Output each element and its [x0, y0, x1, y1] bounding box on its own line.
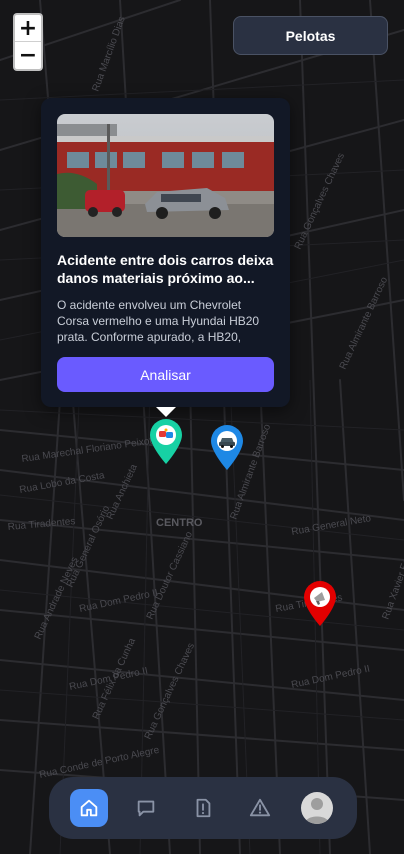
zoom-out-button[interactable]: −	[15, 42, 41, 69]
news-popup: Acidente entre dois carros deixa danos m…	[41, 98, 290, 407]
bottom-navigation	[49, 777, 357, 839]
city-selector-button[interactable]: Pelotas	[233, 16, 388, 55]
nav-profile[interactable]	[298, 789, 336, 827]
news-title: Acidente entre dois carros deixa danos m…	[57, 252, 274, 286]
analyze-button[interactable]: Analisar	[57, 357, 274, 392]
nav-report[interactable]	[184, 789, 222, 827]
zoom-in-button[interactable]: +	[15, 15, 41, 42]
user-icon	[304, 798, 329, 824]
district-label: CENTRO	[156, 517, 203, 529]
news-summary: O acidente envolveu um Chevrolet Corsa v…	[57, 298, 260, 344]
pin-green-accident[interactable]	[148, 418, 184, 466]
popup-pointer	[156, 407, 176, 417]
nav-alerts[interactable]	[241, 789, 279, 827]
chat-icon	[137, 800, 155, 817]
report-icon	[196, 798, 211, 818]
avatar	[300, 792, 333, 824]
warning-icon	[249, 798, 270, 817]
nav-home[interactable]	[70, 789, 109, 827]
pin-blue-report[interactable]	[209, 424, 245, 472]
news-photo	[57, 114, 274, 237]
pin-red-alert[interactable]	[302, 580, 338, 628]
zoom-control: + −	[13, 13, 43, 71]
nav-chat[interactable]	[127, 789, 165, 827]
home-icon	[81, 799, 98, 817]
